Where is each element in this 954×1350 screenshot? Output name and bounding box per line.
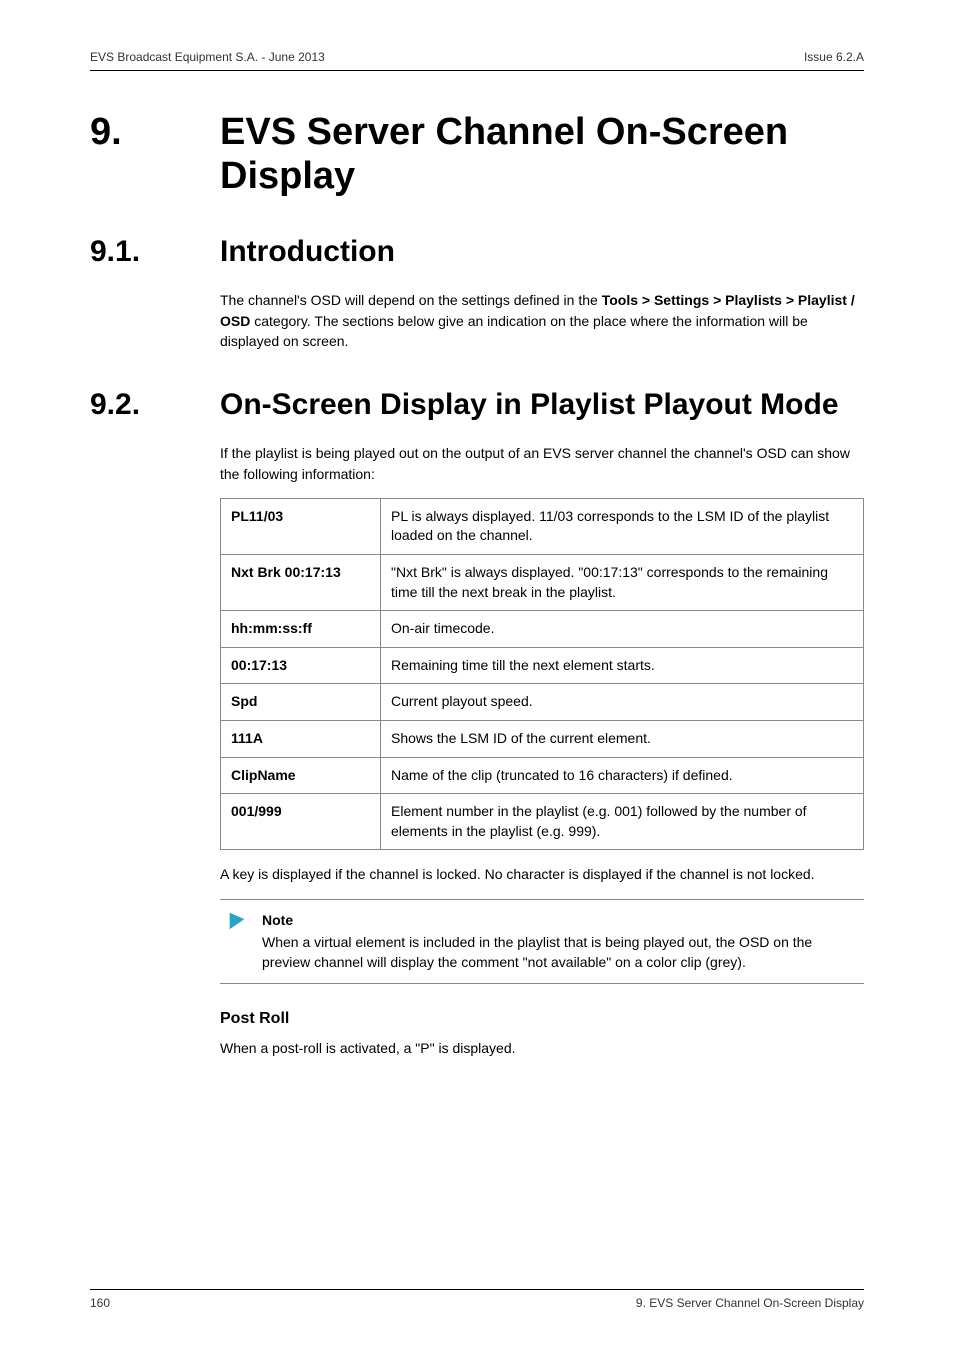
section-heading: 9.1. Introduction: [90, 234, 864, 270]
note-box: Note When a virtual element is included …: [220, 899, 864, 984]
page-number: 160: [90, 1296, 110, 1310]
note-label: Note: [262, 910, 854, 930]
page-footer: 160 9. EVS Server Channel On-Screen Disp…: [90, 1289, 864, 1310]
table-value: Remaining time till the next element sta…: [381, 647, 864, 684]
section-number: 9.2.: [90, 388, 220, 422]
table-key: 111A: [221, 721, 381, 758]
table-value: "Nxt Brk" is always displayed. "00:17:13…: [381, 555, 864, 611]
after-table-paragraph: A key is displayed if the channel is loc…: [220, 864, 864, 884]
table-value: Name of the clip (truncated to 16 charac…: [381, 757, 864, 794]
subheading-postroll: Post Roll: [220, 1010, 864, 1028]
table-value: Element number in the playlist (e.g. 001…: [381, 794, 864, 850]
intro-paragraph: The channel's OSD will depend on the set…: [220, 290, 864, 351]
table-row: ClipName Name of the clip (truncated to …: [221, 757, 864, 794]
table-key: 001/999: [221, 794, 381, 850]
chapter-title: EVS Server Channel On-Screen Display: [220, 111, 864, 198]
page-header: EVS Broadcast Equipment S.A. - June 2013…: [90, 50, 864, 71]
table-row: Spd Current playout speed.: [221, 684, 864, 721]
intro-text-2: category. The sections below give an ind…: [220, 313, 808, 349]
table-key: PL11/03: [221, 498, 381, 554]
postroll-paragraph: When a post-roll is activated, a "P" is …: [220, 1038, 864, 1058]
table-row: Nxt Brk 00:17:13 "Nxt Brk" is always dis…: [221, 555, 864, 611]
section-heading: 9.2. On-Screen Display in Playlist Playo…: [90, 387, 864, 423]
table-key: 00:17:13: [221, 647, 381, 684]
section-title: On-Screen Display in Playlist Playout Mo…: [220, 387, 839, 423]
table-key: Nxt Brk 00:17:13: [221, 555, 381, 611]
table-value: On-air timecode.: [381, 611, 864, 648]
table-key: hh:mm:ss:ff: [221, 611, 381, 648]
table-row: PL11/03 PL is always displayed. 11/03 co…: [221, 498, 864, 554]
chapter-heading: 9. EVS Server Channel On-Screen Display: [90, 111, 864, 198]
note-body: When a virtual element is included in th…: [262, 934, 812, 970]
table-key: Spd: [221, 684, 381, 721]
chapter-number: 9.: [90, 111, 220, 154]
section-body: The channel's OSD will depend on the set…: [220, 290, 864, 351]
table-value: Shows the LSM ID of the current element.: [381, 721, 864, 758]
table-value: PL is always displayed. 11/03 correspond…: [381, 498, 864, 554]
table-value: Current playout speed.: [381, 684, 864, 721]
header-right: Issue 6.2.A: [804, 50, 864, 64]
header-left: EVS Broadcast Equipment S.A. - June 2013: [90, 50, 325, 64]
table-row: 00:17:13 Remaining time till the next el…: [221, 647, 864, 684]
table-row: 111A Shows the LSM ID of the current ele…: [221, 721, 864, 758]
footer-section-label: 9. EVS Server Channel On-Screen Display: [636, 1296, 864, 1310]
note-icon: [226, 910, 248, 937]
table-row: 001/999 Element number in the playlist (…: [221, 794, 864, 850]
osd-fields-table: PL11/03 PL is always displayed. 11/03 co…: [220, 498, 864, 851]
intro-text-1: The channel's OSD will depend on the set…: [220, 292, 602, 308]
section-body: If the playlist is being played out on t…: [220, 443, 864, 1058]
table-row: hh:mm:ss:ff On-air timecode.: [221, 611, 864, 648]
section-number: 9.1.: [90, 235, 220, 269]
page: EVS Broadcast Equipment S.A. - June 2013…: [0, 0, 954, 1350]
lead-paragraph: If the playlist is being played out on t…: [220, 443, 864, 484]
table-key: ClipName: [221, 757, 381, 794]
section-title: Introduction: [220, 234, 395, 270]
